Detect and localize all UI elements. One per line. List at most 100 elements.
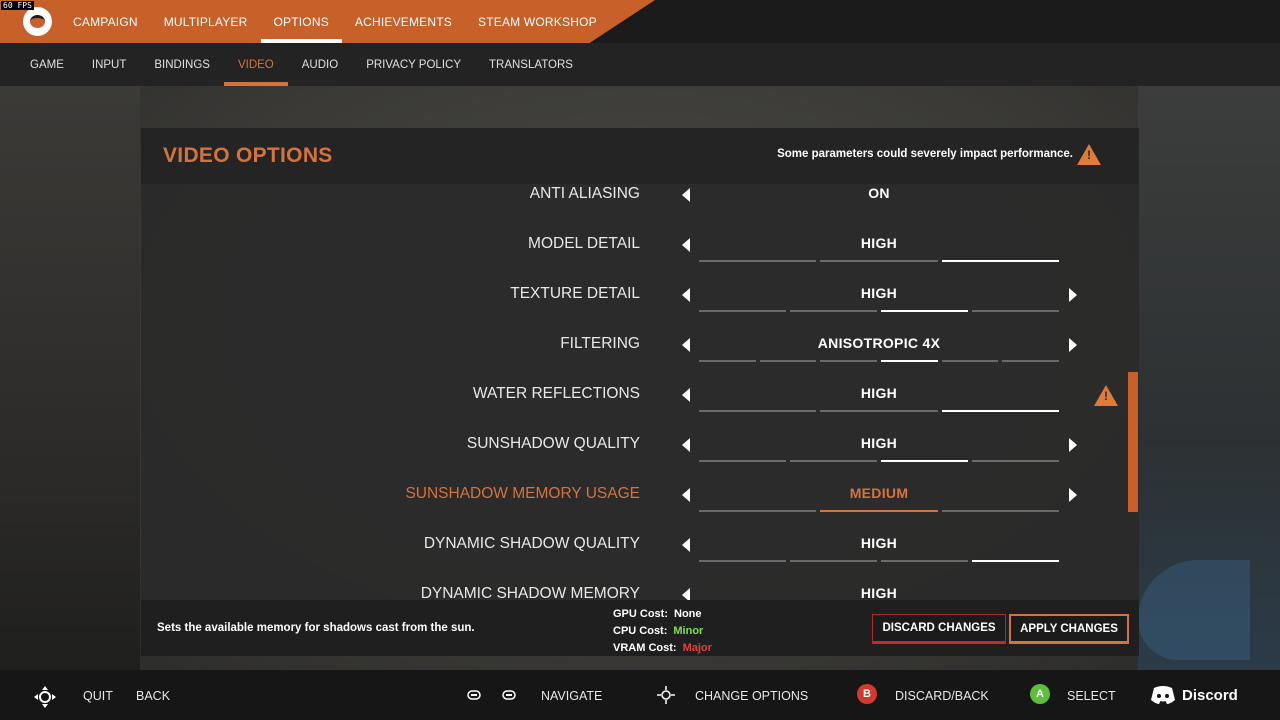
discord-icon [1151, 686, 1175, 704]
level-segment [881, 460, 968, 462]
setting-row[interactable]: DYNAMIC SHADOW MEMORY HIGH [141, 585, 1139, 600]
hint-back[interactable]: BACK [136, 689, 170, 703]
level-segment [941, 360, 999, 362]
vram-cost: VRAM Cost: Major [613, 640, 712, 657]
setting-row[interactable]: WATER REFLECTIONS HIGH! [141, 385, 1139, 435]
arrow-left-icon[interactable] [682, 188, 690, 202]
setting-row[interactable]: TEXTURE DETAIL HIGH [141, 285, 1139, 335]
subtab-video[interactable]: VIDEO [223, 43, 288, 86]
subtab-bindings[interactable]: BINDINGS [140, 43, 224, 86]
setting-value: HIGH [860, 535, 898, 551]
level-segment [881, 360, 938, 362]
arrow-right-icon[interactable] [1069, 338, 1077, 352]
setting-value: MEDIUM [849, 485, 909, 501]
hint-change-options[interactable]: CHANGE OPTIONS [695, 689, 808, 703]
left-bumper-icon [467, 690, 481, 700]
level-segment [941, 410, 1059, 412]
setting-row[interactable]: FILTERING ANISOTROPIC 4X [141, 335, 1139, 385]
level-segment [820, 410, 938, 412]
game-logo-icon[interactable] [23, 7, 52, 36]
arrow-left-icon[interactable] [682, 288, 690, 302]
settings-list[interactable]: ANTI ALIASING ON MODEL DETAIL HIGH TEXTURE D… [141, 184, 1139, 600]
setting-value: HIGH [860, 285, 898, 301]
arrow-left-icon[interactable] [682, 588, 690, 600]
arrow-left-icon[interactable] [682, 388, 690, 402]
setting-row[interactable]: MODEL DETAIL HIGH [141, 235, 1139, 285]
dpad-icon [34, 686, 56, 708]
level-segment [790, 460, 877, 462]
setting-row[interactable]: SUNSHADOW QUALITY HIGH [141, 435, 1139, 485]
arrow-left-icon[interactable] [682, 238, 690, 252]
level-segment [699, 410, 817, 412]
controller-hint-bar: QUIT BACK NAVIGATE CHANGE OPTIONS B DISC… [0, 670, 1280, 720]
setting-row[interactable]: ANTI ALIASING ON [141, 185, 1139, 235]
level-indicator [699, 409, 1059, 412]
arrow-right-icon[interactable] [1069, 488, 1077, 502]
subtab-privacy-policy[interactable]: PRIVACY POLICY [352, 43, 475, 86]
tab-achievements[interactable]: ACHIEVEMENTS [342, 0, 465, 43]
setting-label: ANTI ALIASING [529, 185, 640, 202]
setting-value: HIGH [860, 385, 898, 401]
level-segment [881, 560, 968, 562]
subtab-audio[interactable]: AUDIO [288, 43, 352, 86]
level-segment [820, 360, 878, 362]
arrow-left-icon[interactable] [682, 438, 690, 452]
setting-value: ON [868, 185, 890, 201]
setting-value: HIGH [860, 585, 898, 600]
discard-changes-button[interactable]: DISCARD CHANGES [872, 614, 1006, 644]
subtab-translators[interactable]: TRANSLATORS [475, 43, 587, 86]
page-title: VIDEO OPTIONS [163, 144, 333, 167]
fps-counter: 60 FPS [1, 1, 34, 10]
setting-label: FILTERING [560, 335, 640, 352]
tab-options[interactable]: OPTIONS [260, 0, 343, 43]
gpu-cost-label: GPU Cost: [613, 608, 668, 620]
level-segment [759, 360, 817, 362]
warning-icon: ! [1077, 144, 1101, 165]
scrollbar[interactable] [1128, 372, 1138, 512]
arrow-left-icon[interactable] [682, 538, 690, 552]
hint-discard-back[interactable]: DISCARD/BACK [895, 689, 989, 703]
setting-label: WATER REFLECTIONS [472, 385, 640, 402]
top-nav: CAMPAIGN MULTIPLAYER OPTIONS ACHIEVEMENT… [60, 0, 610, 43]
level-indicator [699, 459, 1059, 462]
tab-campaign[interactable]: CAMPAIGN [60, 0, 151, 43]
level-indicator [699, 509, 1059, 512]
level-indicator [699, 259, 1059, 262]
subtab-input[interactable]: INPUT [78, 43, 141, 86]
setting-row[interactable]: SUNSHADOW MEMORY USAGE MEDIUM [141, 485, 1139, 535]
setting-label: DYNAMIC SHADOW QUALITY [423, 535, 640, 552]
cpu-cost-value: Minor [673, 625, 704, 637]
level-segment [699, 460, 786, 462]
hint-navigate[interactable]: NAVIGATE [541, 689, 602, 703]
cpu-cost: CPU Cost: Minor [613, 623, 712, 640]
tab-multiplayer[interactable]: MULTIPLAYER [151, 0, 261, 43]
level-segment [699, 560, 786, 562]
level-segment [820, 510, 938, 512]
arrow-right-icon[interactable] [1069, 288, 1077, 302]
arrow-left-icon[interactable] [682, 488, 690, 502]
level-segment [1002, 360, 1060, 362]
hint-quit[interactable]: QUIT [83, 689, 113, 703]
arrow-left-icon[interactable] [682, 338, 690, 352]
background-scenery-left [0, 86, 140, 670]
discord-link[interactable]: Discord [1150, 685, 1238, 705]
arrow-right-icon[interactable] [1069, 438, 1077, 452]
a-button-icon: A [1030, 684, 1050, 704]
apply-changes-button[interactable]: APPLY CHANGES [1009, 614, 1129, 644]
subtab-game[interactable]: GAME [16, 43, 78, 86]
cost-summary: GPU Cost: None CPU Cost: Minor VRAM Cost: M… [613, 606, 712, 657]
setting-description: Sets the available memory for shadows ca… [157, 622, 475, 634]
level-segment [941, 510, 1059, 512]
level-segment [790, 310, 877, 312]
setting-label: DYNAMIC SHADOW MEMORY [420, 585, 640, 600]
tab-steam-workshop[interactable]: STEAM WORKSHOP [465, 0, 610, 43]
stick-icon [657, 686, 675, 704]
discord-label: Discord [1182, 686, 1238, 704]
gpu-cost: GPU Cost: None [613, 606, 712, 623]
b-button-icon: B [857, 684, 877, 704]
panel-header: VIDEO OPTIONS Some parameters could seve… [141, 128, 1139, 184]
hint-select[interactable]: SELECT [1067, 689, 1116, 703]
level-segment [699, 260, 817, 262]
top-nav-bar: CAMPAIGN MULTIPLAYER OPTIONS ACHIEVEMENT… [0, 0, 1280, 43]
setting-row[interactable]: DYNAMIC SHADOW QUALITY HIGH [141, 535, 1139, 585]
